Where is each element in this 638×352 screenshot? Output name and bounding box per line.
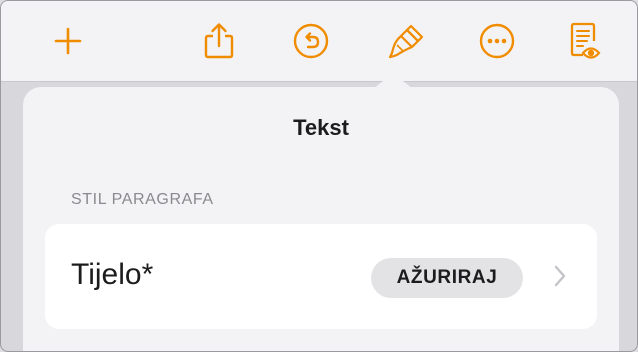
undo-icon[interactable] [289, 19, 333, 63]
paragraph-style-section-label: STIL PARAGRAFA [71, 191, 214, 208]
text-format-popover: Tekst STIL PARAGRAFA Tijelo* AŽURIRAJ [23, 87, 619, 351]
top-toolbar [1, 1, 637, 82]
paragraph-style-name: Tijelo* [71, 258, 154, 291]
more-icon[interactable] [475, 19, 519, 63]
update-style-button[interactable]: AŽURIRAJ [371, 258, 523, 298]
chevron-right-icon [553, 264, 567, 293]
reading-view-icon[interactable] [563, 19, 607, 63]
app-window: Tekst STIL PARAGRAFA Tijelo* AŽURIRAJ [0, 0, 638, 352]
add-icon[interactable] [46, 19, 90, 63]
format-brush-icon[interactable] [385, 19, 429, 63]
popover-title: Tekst [293, 115, 349, 140]
share-icon[interactable] [197, 19, 241, 63]
paragraph-style-row[interactable]: Tijelo* AŽURIRAJ [45, 224, 597, 329]
